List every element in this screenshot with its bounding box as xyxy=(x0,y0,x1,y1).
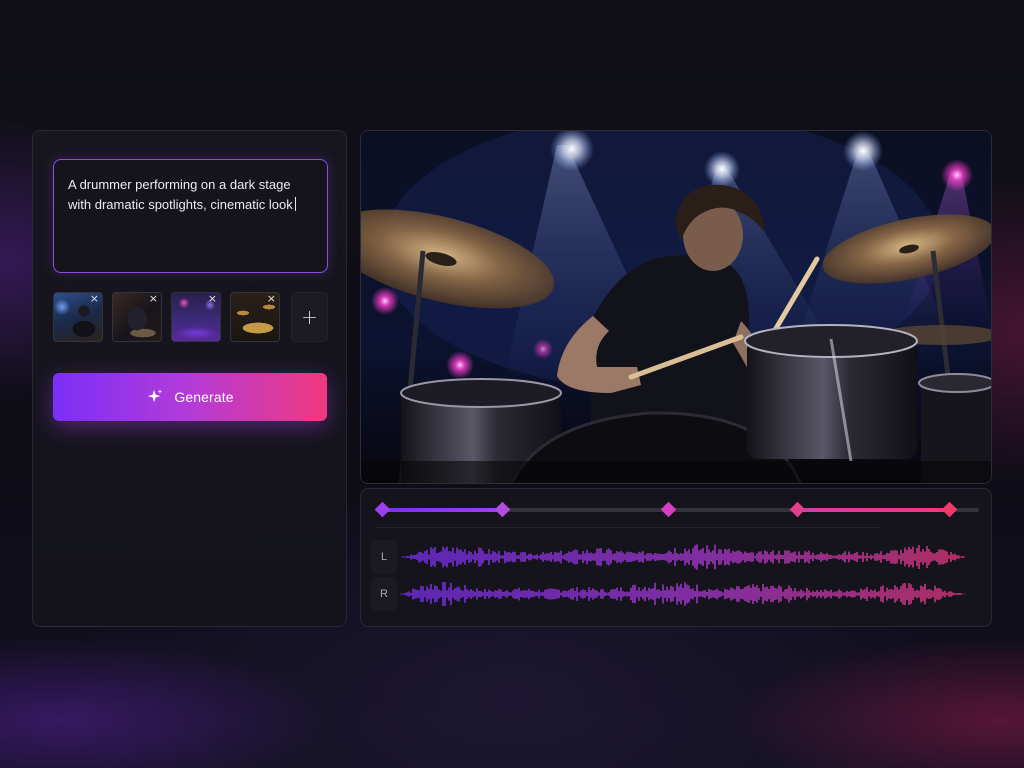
reference-thumbnail[interactable]: × xyxy=(230,292,280,342)
plus-icon: + xyxy=(301,305,318,329)
remove-thumbnail-icon[interactable]: × xyxy=(90,293,99,305)
audio-waveform-left[interactable] xyxy=(399,540,975,574)
reference-thumbnails: × × × × + xyxy=(53,292,328,342)
prompt-input[interactable]: A drummer performing on a dark stage wit… xyxy=(53,159,328,273)
remove-thumbnail-icon[interactable]: × xyxy=(208,293,217,305)
audio-waveform-right[interactable] xyxy=(399,577,975,611)
keyframe-marker[interactable] xyxy=(374,501,391,518)
remove-thumbnail-icon[interactable]: × xyxy=(149,293,158,305)
waveform-bars xyxy=(400,544,966,570)
timeline-panel: L R xyxy=(360,488,992,627)
keyframe-marker[interactable] xyxy=(660,501,677,518)
generate-button[interactable]: Generate xyxy=(53,373,327,421)
generate-label: Generate xyxy=(174,389,234,405)
timeline-divider xyxy=(375,527,881,528)
sparkle-icon xyxy=(148,389,163,403)
prompt-panel: A drummer performing on a dark stage wit… xyxy=(32,130,347,627)
keyframe-marker[interactable] xyxy=(941,501,958,518)
channel-label-left: L xyxy=(371,540,397,574)
reference-thumbnail[interactable]: × xyxy=(53,292,103,342)
text-caret xyxy=(294,196,296,211)
prompt-text[interactable]: A drummer performing on a dark stage wit… xyxy=(68,177,293,212)
waveform-bars xyxy=(400,582,966,606)
keyframe-marker[interactable] xyxy=(494,501,511,518)
keyframe-marker[interactable] xyxy=(789,501,806,518)
reference-thumbnail[interactable]: × xyxy=(112,292,162,342)
drummer-scene-image xyxy=(361,131,991,483)
timeline-range-segment xyxy=(801,508,949,512)
channel-label-right: R xyxy=(371,577,397,611)
video-preview[interactable] xyxy=(360,130,992,484)
reference-thumbnail[interactable]: × xyxy=(171,292,221,342)
timeline-range-segment xyxy=(381,508,501,512)
remove-thumbnail-icon[interactable]: × xyxy=(267,293,276,305)
add-reference-button[interactable]: + xyxy=(291,292,328,342)
